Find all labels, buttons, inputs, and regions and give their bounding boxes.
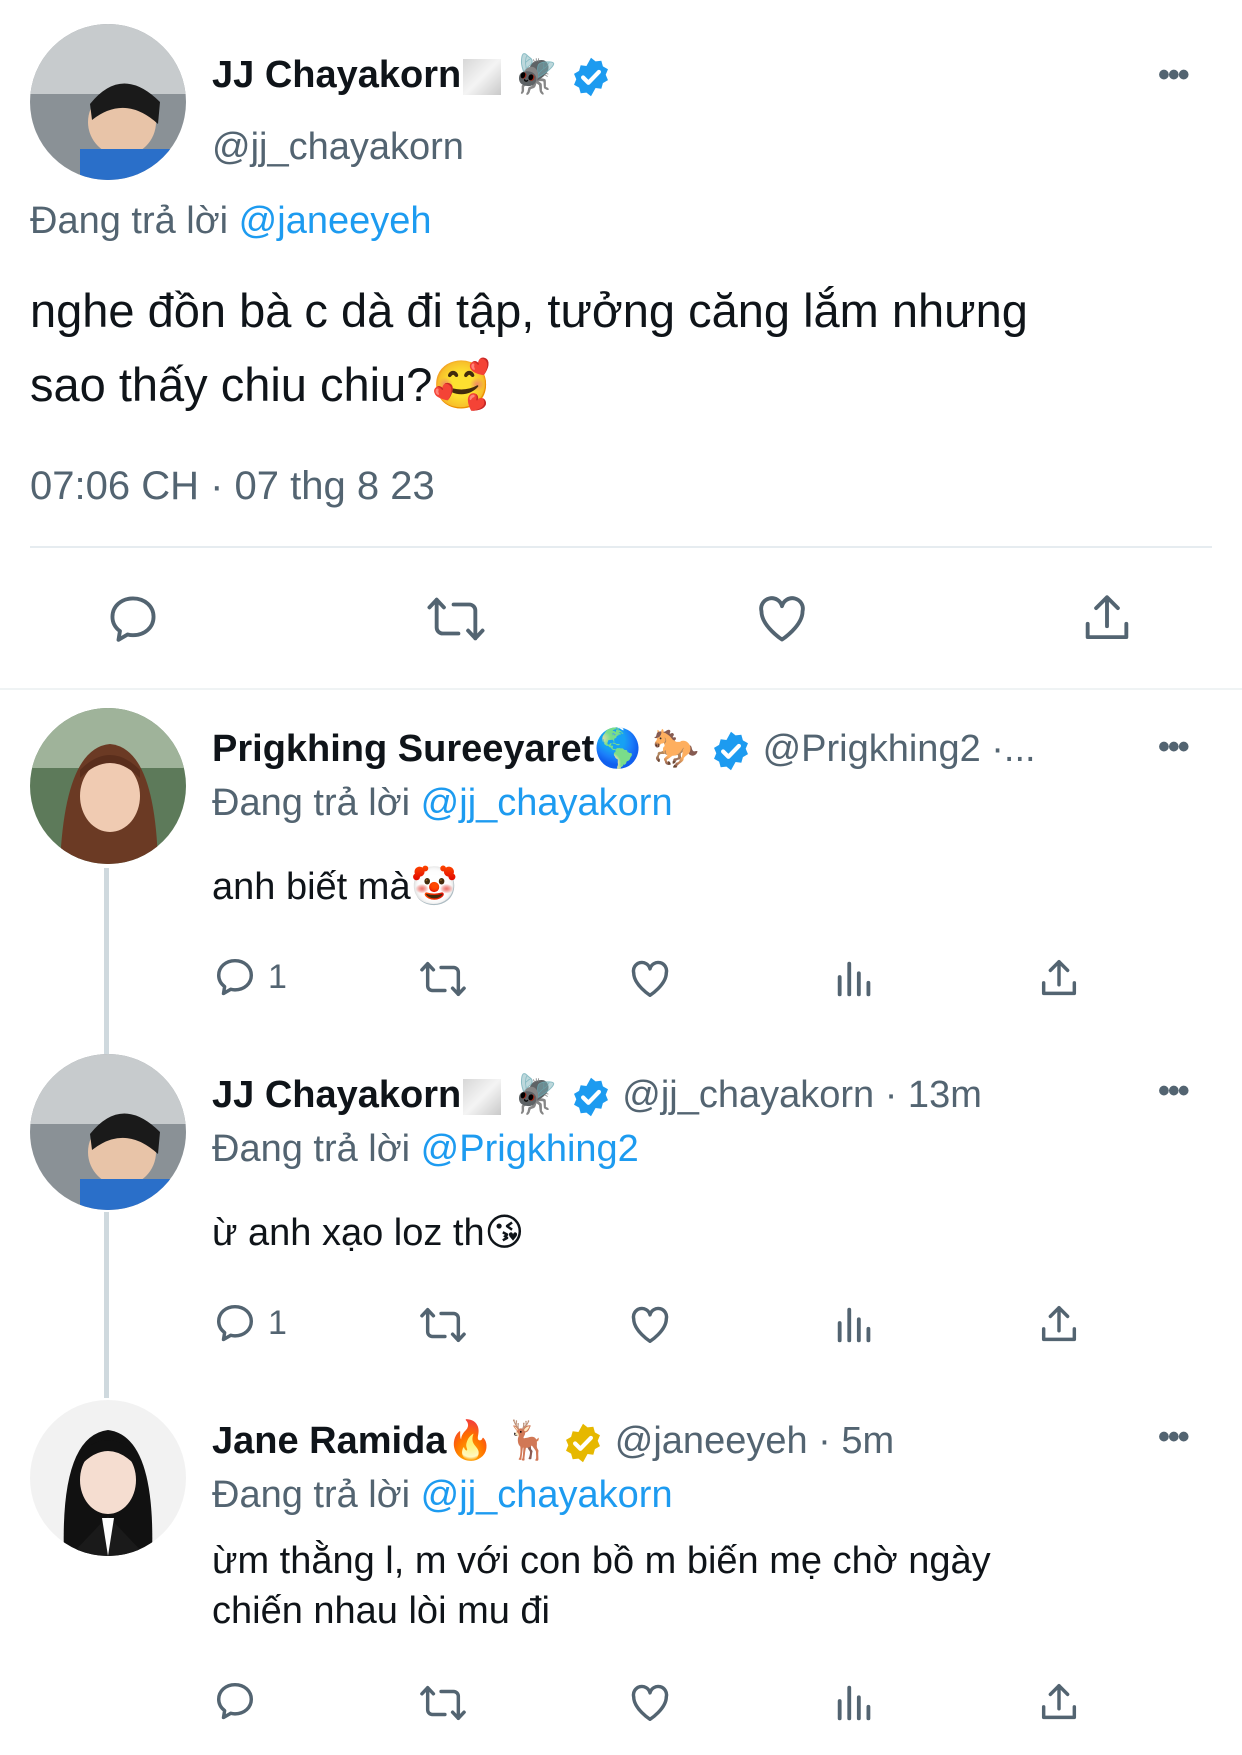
like-button[interactable] [626,1680,674,1726]
replying-prefix: Đang trả lời [212,782,411,824]
display-name[interactable]: JJ Chayakorn [212,1074,461,1116]
analytics-icon [837,1307,871,1343]
blurred-emoji [463,58,502,95]
share-button[interactable] [1078,590,1136,648]
replying-to-link[interactable]: @Prigkhing2 [421,1128,639,1170]
reply-count: 1 [268,1303,287,1342]
reply-icon [110,596,156,642]
tweet-text: nghe đồn bà c dà đi tập, tưởng căng lắm … [30,274,1028,422]
retweet-button[interactable] [416,956,470,1002]
verified-badge-icon [573,57,608,97]
more-options-icon[interactable]: ••• [1158,1418,1190,1457]
handle-time[interactable]: @Prigkhing2 ·... [763,728,1036,770]
replying-to-row: Đang trả lời @jj_chayakorn [212,782,673,825]
heart-icon [631,960,669,998]
like-button[interactable] [626,1302,674,1348]
thread-line [104,868,109,1054]
analytics-button[interactable] [832,956,878,1002]
tweet-text-line: nghe đồn bà c dà đi tập, tưởng căng lắm … [30,284,1028,337]
replying-to-row: Đang trả lời @jj_chayakorn [212,1474,673,1517]
display-name[interactable]: Prigkhing Sureeyaret🌎 [212,728,642,770]
avatar[interactable] [30,24,186,180]
replying-prefix: Đang trả lời [212,1128,411,1170]
reply-count: 1 [268,957,287,996]
like-button[interactable] [626,956,674,1002]
analytics-icon [837,1685,871,1721]
author-name-row: JJ Chayakorn 🪰 [212,52,612,98]
avatar[interactable] [30,1054,186,1210]
reply-text-line: chiến nhau lòi mu đi [212,1590,550,1632]
replying-to-link[interactable]: @janeeyeh [239,200,432,242]
analytics-button[interactable] [832,1302,878,1348]
retweet-button[interactable] [416,1680,470,1726]
heart-icon [759,596,805,642]
blurred-emoji [463,1078,502,1115]
display-name[interactable]: Jane Ramida🔥 [212,1420,494,1462]
replying-prefix: Đang trả lời [30,200,229,242]
verified-badge-icon [566,1423,601,1463]
retweet-icon [420,1307,466,1343]
replying-to-link[interactable]: @jj_chayakorn [421,1474,673,1516]
more-options-icon[interactable]: ••• [1158,56,1190,95]
replying-to-link[interactable]: @jj_chayakorn [421,782,673,824]
verified-badge-icon [573,1077,608,1117]
section-divider [0,688,1242,690]
share-button[interactable] [1036,1302,1082,1348]
replying-prefix: Đang trả lời [212,1474,411,1516]
share-icon [1041,960,1077,996]
thread-line [104,1212,109,1398]
share-icon [1041,1306,1077,1342]
divider [30,546,1212,548]
verified-badge-icon [714,731,748,771]
reply-button[interactable]: 1 [212,1300,287,1346]
more-options-icon[interactable]: ••• [1158,728,1190,767]
reply-text: ừm thằng l, m với con bồ m biến mẹ chờ n… [212,1536,991,1636]
reply-header: JJ Chayakorn 🪰 @jj_chayakorn · 13m [212,1072,982,1118]
retweet-button[interactable] [424,590,488,648]
tweet-timestamp[interactable]: 07:06 CH · 07 thg 8 23 [30,464,435,509]
reply-icon [216,1682,254,1720]
analytics-button[interactable] [832,1680,878,1726]
display-name[interactable]: JJ Chayakorn [212,54,461,96]
reply-button[interactable] [104,590,162,648]
reply-header: Prigkhing Sureeyaret🌎 🐎 @Prigkhing2 ·... [212,726,1036,772]
share-button[interactable] [1036,956,1082,1002]
reply-header: Jane Ramida🔥 🦌 @janeeyeh · 5m [212,1418,894,1464]
avatar[interactable] [30,708,186,864]
more-options-icon[interactable]: ••• [1158,1072,1190,1111]
handle-time[interactable]: @janeeyeh · 5m [615,1420,894,1462]
tweet-text-line: sao thấy chiu chiu?🥰 [30,358,491,411]
replying-to-row: Đang trả lời @janeeyeh [30,200,432,243]
retweet-icon [420,1685,466,1721]
horse-emoji: 🐎 [652,726,700,770]
heart-icon [631,1306,669,1344]
reply-icon [216,1304,254,1342]
heart-icon [631,1684,669,1722]
reply-text: anh biết mà🤡 [212,862,458,912]
share-icon [1085,595,1129,640]
fly-emoji: 🪰 [511,1072,560,1116]
avatar[interactable] [30,1400,186,1556]
reply-text: ừ anh xạo loz th😘 [212,1208,524,1258]
deer-emoji: 🦌 [504,1418,552,1462]
reply-text-line: ừ anh xạo loz th😘 [212,1212,525,1254]
analytics-icon [837,961,871,997]
reply-text-line: ừm thằng l, m với con bồ m biến mẹ chờ n… [212,1540,991,1582]
retweet-icon [420,961,466,997]
share-icon [1041,1684,1077,1720]
reply-button[interactable] [212,1678,258,1724]
reply-text-line: anh biết mà🤡 [212,866,458,908]
retweet-icon [427,597,485,641]
author-handle[interactable]: @jj_chayakorn [212,126,464,169]
retweet-button[interactable] [416,1302,470,1348]
like-button[interactable] [752,590,812,648]
share-button[interactable] [1036,1680,1082,1726]
reply-icon [216,958,254,996]
handle-time[interactable]: @jj_chayakorn · 13m [622,1074,982,1116]
reply-button[interactable]: 1 [212,954,287,1000]
fly-emoji: 🪰 [511,52,560,96]
replying-to-row: Đang trả lời @Prigkhing2 [212,1128,639,1171]
